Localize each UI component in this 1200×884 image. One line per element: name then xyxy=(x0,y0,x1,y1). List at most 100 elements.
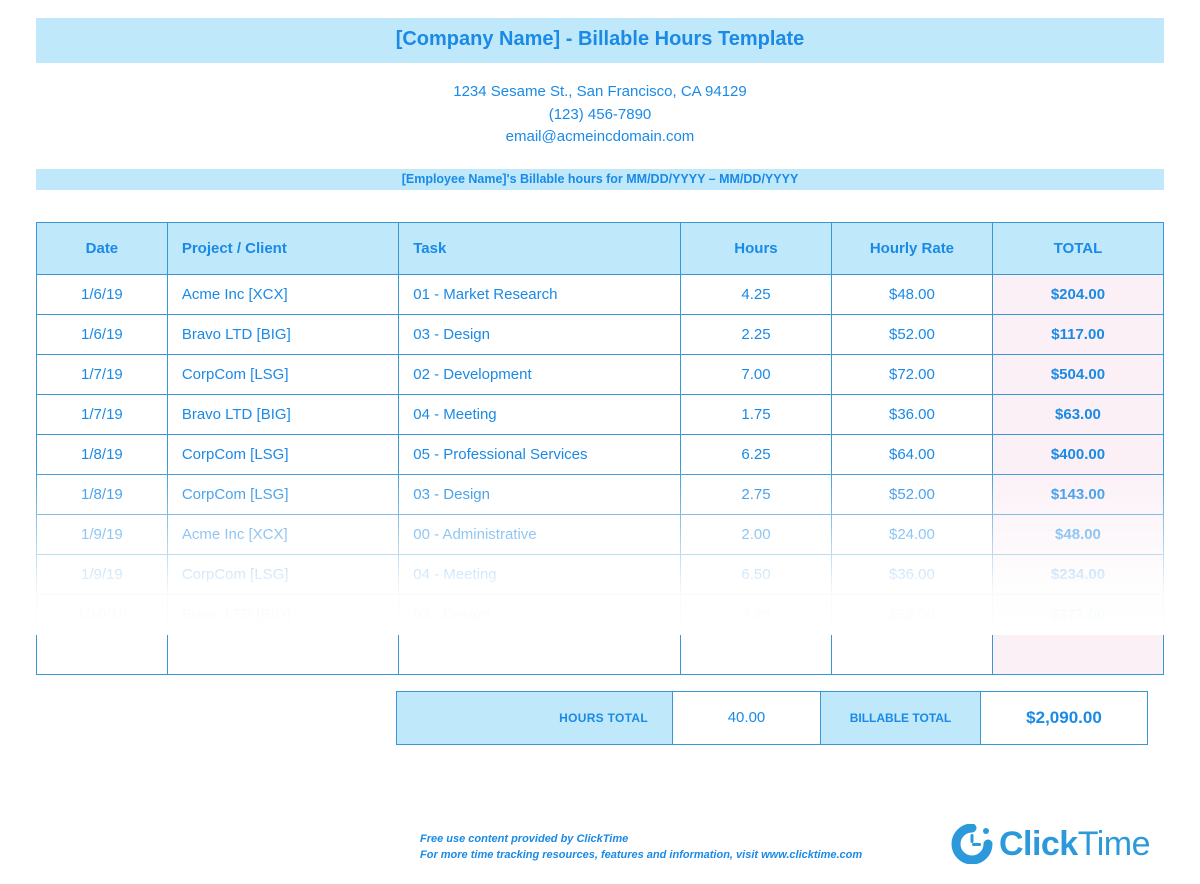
totals-row: HOURS TOTAL 40.00 BILLABLE TOTAL $2,090.… xyxy=(36,691,1164,745)
hours-table-wrap: Date Project / Client Task Hours Hourly … xyxy=(36,222,1164,675)
cell-client: CorpCom [LSG] xyxy=(167,474,398,514)
cell-blank xyxy=(992,634,1163,674)
cell-task: 03 - Design xyxy=(399,594,681,634)
cell-date: 1/8/19 xyxy=(37,434,168,474)
cell-rate: $72.00 xyxy=(831,354,992,394)
table-row: 1/9/19Acme Inc [XCX]00 - Administrative2… xyxy=(37,514,1164,554)
cell-blank xyxy=(167,634,398,674)
cell-rate: $52.00 xyxy=(831,314,992,354)
cell-blank xyxy=(681,634,832,674)
cell-client: Bravo LTD [BIG] xyxy=(167,394,398,434)
cell-date: 1/9/19 xyxy=(37,514,168,554)
cell-total: $204.00 xyxy=(992,274,1163,314)
brand-bold: Click xyxy=(999,825,1078,863)
col-hours-header: Hours xyxy=(681,222,832,274)
cell-hours: 6.50 xyxy=(681,554,832,594)
cell-task: 03 - Design xyxy=(399,474,681,514)
cell-total: $117.00 xyxy=(992,314,1163,354)
table-row: 1/7/19CorpCom [LSG]02 - Development7.00$… xyxy=(37,354,1164,394)
company-phone: (123) 456-7890 xyxy=(36,104,1164,127)
cell-client: Bravo LTD [BIG] xyxy=(167,594,398,634)
billable-total-label: BILLABLE TOTAL xyxy=(820,691,980,745)
company-address: 1234 Sesame St., San Francisco, CA 94129 xyxy=(36,81,1164,104)
cell-hours: 7.00 xyxy=(681,354,832,394)
table-header-row: Date Project / Client Task Hours Hourly … xyxy=(37,222,1164,274)
cell-task: 00 - Administrative xyxy=(399,514,681,554)
cell-blank xyxy=(37,634,168,674)
footer-note: Free use content provided by ClickTime F… xyxy=(420,832,862,864)
table-row: 1/6/19Bravo LTD [BIG]03 - Design2.25$52.… xyxy=(37,314,1164,354)
hours-total-label: HOURS TOTAL xyxy=(396,691,672,745)
clock-icon xyxy=(951,824,995,864)
cell-date: 1/8/19 xyxy=(37,474,168,514)
cell-client: CorpCom [LSG] xyxy=(167,354,398,394)
brand-logo: ClickTime xyxy=(951,824,1150,864)
col-rate-header: Hourly Rate xyxy=(831,222,992,274)
cell-total: $143.00 xyxy=(992,474,1163,514)
footer-line2: For more time tracking resources, featur… xyxy=(420,848,862,864)
cell-date: 1/10/19 xyxy=(37,594,168,634)
cell-total: $63.00 xyxy=(992,394,1163,434)
cell-date: 1/6/19 xyxy=(37,314,168,354)
page-title: [Company Name] - Billable Hours Template xyxy=(396,28,805,50)
cell-hours: 7.25 xyxy=(681,594,832,634)
cell-date: 1/7/19 xyxy=(37,394,168,434)
cell-date: 1/9/19 xyxy=(37,554,168,594)
cell-hours: 6.25 xyxy=(681,434,832,474)
cell-total: $377.00 xyxy=(992,594,1163,634)
cell-rate: $52.00 xyxy=(831,594,992,634)
cell-hours: 2.25 xyxy=(681,314,832,354)
page-title-bar: [Company Name] - Billable Hours Template xyxy=(36,18,1164,63)
footer-line1: Free use content provided by ClickTime xyxy=(420,832,862,848)
cell-task: 02 - Development xyxy=(399,354,681,394)
cell-total: $400.00 xyxy=(992,434,1163,474)
cell-client: CorpCom [LSG] xyxy=(167,554,398,594)
cell-total: $48.00 xyxy=(992,514,1163,554)
subtitle-bar: [Employee Name]'s Billable hours for MM/… xyxy=(36,169,1164,190)
col-total-header: TOTAL xyxy=(992,222,1163,274)
company-info: 1234 Sesame St., San Francisco, CA 94129… xyxy=(36,63,1164,169)
cell-hours: 1.75 xyxy=(681,394,832,434)
hours-total-value: 40.00 xyxy=(672,691,820,745)
brand-light: Time xyxy=(1078,825,1150,863)
cell-rate: $64.00 xyxy=(831,434,992,474)
cell-rate: $36.00 xyxy=(831,554,992,594)
cell-task: 03 - Design xyxy=(399,314,681,354)
cell-hours: 4.25 xyxy=(681,274,832,314)
table-row: 1/7/19Bravo LTD [BIG]04 - Meeting1.75$36… xyxy=(37,394,1164,434)
cell-rate: $36.00 xyxy=(831,394,992,434)
cell-task: 01 - Market Research xyxy=(399,274,681,314)
cell-hours: 2.00 xyxy=(681,514,832,554)
table-row-blank xyxy=(37,634,1164,674)
company-email: email@acmeincdomain.com xyxy=(36,126,1164,149)
table-row: 1/8/19CorpCom [LSG]05 - Professional Ser… xyxy=(37,434,1164,474)
cell-date: 1/6/19 xyxy=(37,274,168,314)
cell-client: Acme Inc [XCX] xyxy=(167,274,398,314)
totals-spacer xyxy=(36,691,396,745)
hours-table: Date Project / Client Task Hours Hourly … xyxy=(36,222,1164,675)
cell-rate: $52.00 xyxy=(831,474,992,514)
col-date-header: Date xyxy=(37,222,168,274)
cell-task: 04 - Meeting xyxy=(399,554,681,594)
cell-total: $504.00 xyxy=(992,354,1163,394)
cell-client: CorpCom [LSG] xyxy=(167,434,398,474)
cell-date: 1/7/19 xyxy=(37,354,168,394)
table-row: 1/6/19Acme Inc [XCX]01 - Market Research… xyxy=(37,274,1164,314)
cell-rate: $24.00 xyxy=(831,514,992,554)
cell-client: Acme Inc [XCX] xyxy=(167,514,398,554)
table-row: 1/10/19Bravo LTD [BIG]03 - Design7.25$52… xyxy=(37,594,1164,634)
subtitle-text: [Employee Name]'s Billable hours for MM/… xyxy=(402,172,799,186)
cell-task: 04 - Meeting xyxy=(399,394,681,434)
brand-text: ClickTime xyxy=(999,825,1150,864)
table-row: 1/9/19CorpCom [LSG]04 - Meeting6.50$36.0… xyxy=(37,554,1164,594)
footer: Free use content provided by ClickTime F… xyxy=(0,824,1200,864)
col-client-header: Project / Client xyxy=(167,222,398,274)
cell-hours: 2.75 xyxy=(681,474,832,514)
cell-rate: $48.00 xyxy=(831,274,992,314)
billable-total-value: $2,090.00 xyxy=(980,691,1148,745)
cell-total: $234.00 xyxy=(992,554,1163,594)
cell-client: Bravo LTD [BIG] xyxy=(167,314,398,354)
table-row: 1/8/19CorpCom [LSG]03 - Design2.75$52.00… xyxy=(37,474,1164,514)
cell-blank xyxy=(831,634,992,674)
cell-task: 05 - Professional Services xyxy=(399,434,681,474)
